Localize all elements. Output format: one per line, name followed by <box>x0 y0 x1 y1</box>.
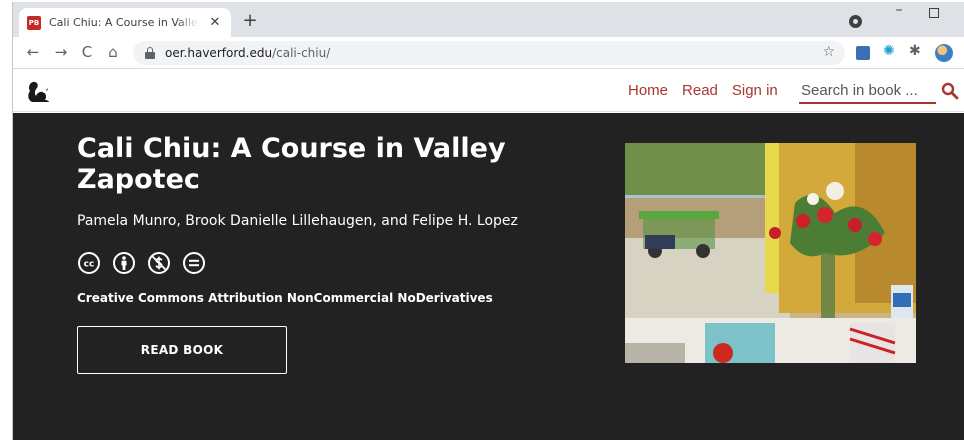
book-cover-image <box>625 143 916 363</box>
nav-read-link[interactable]: Read <box>682 82 718 99</box>
book-title: Cali Chiu: A Course in Valley Zapotec <box>77 133 506 195</box>
site-header: Home Read Sign in Search in book ... <box>13 70 964 112</box>
address-bar[interactable]: oer.haverford.edu/cali-chiu/ ☆ <box>133 41 845 65</box>
back-button[interactable]: ← <box>23 43 43 61</box>
extensions-puzzle-icon[interactable]: ✱ <box>909 43 923 59</box>
new-tab-button[interactable]: + <box>239 10 261 31</box>
reload-button[interactable]: C <box>77 43 97 61</box>
cc-icon: cc <box>78 252 100 274</box>
home-button[interactable]: ⌂ <box>103 43 123 61</box>
minimize-window-button[interactable]: – <box>889 2 909 18</box>
atom-extension-icon[interactable]: ✺ <box>883 43 897 59</box>
close-tab-icon[interactable]: ✕ <box>207 15 223 30</box>
book-extension-icon[interactable] <box>856 46 870 60</box>
tab-title: Cali Chiu: A Course in Valley Zapo <box>49 16 199 29</box>
media-control-icon[interactable] <box>849 15 862 28</box>
search-input[interactable]: Search in book ... <box>799 80 936 104</box>
book-hero: Cali Chiu: A Course in Valley Zapotec Pa… <box>13 113 964 440</box>
profile-avatar[interactable] <box>935 44 953 62</box>
book-authors: Pamela Munro, Brook Danielle Lillehaugen… <box>77 213 518 229</box>
squirrel-logo-icon[interactable] <box>25 78 51 104</box>
noderivatives-icon <box>183 252 205 274</box>
nav-home-link[interactable]: Home <box>628 82 668 99</box>
bookmark-star-icon[interactable]: ☆ <box>822 44 835 60</box>
nav-signin-link[interactable]: Sign in <box>732 82 778 99</box>
license-icons: cc <box>77 251 206 275</box>
search-icon[interactable] <box>941 82 959 100</box>
svg-text:cc: cc <box>84 260 95 270</box>
noncommercial-icon <box>148 252 170 274</box>
maximize-window-button[interactable] <box>929 8 939 18</box>
read-book-button[interactable]: READ BOOK <box>77 326 287 374</box>
browser-tab[interactable]: PB Cali Chiu: A Course in Valley Zapo ✕ <box>19 8 231 37</box>
attribution-icon <box>113 252 135 274</box>
browser-window: PB Cali Chiu: A Course in Valley Zapo ✕ … <box>12 2 964 440</box>
url-text: oer.haverford.edu/cali-chiu/ <box>165 46 331 60</box>
pressbooks-favicon-icon: PB <box>27 15 41 30</box>
lock-icon[interactable] <box>145 47 155 59</box>
license-text: Creative Commons Attribution NonCommerci… <box>77 291 493 305</box>
forward-button[interactable]: → <box>51 43 71 61</box>
browser-toolbar: ← → C ⌂ oer.haverford.edu/cali-chiu/ ☆ ✺… <box>13 37 964 69</box>
tab-strip: PB Cali Chiu: A Course in Valley Zapo ✕ … <box>13 2 964 37</box>
site-nav: Home Read Sign in <box>628 82 778 99</box>
